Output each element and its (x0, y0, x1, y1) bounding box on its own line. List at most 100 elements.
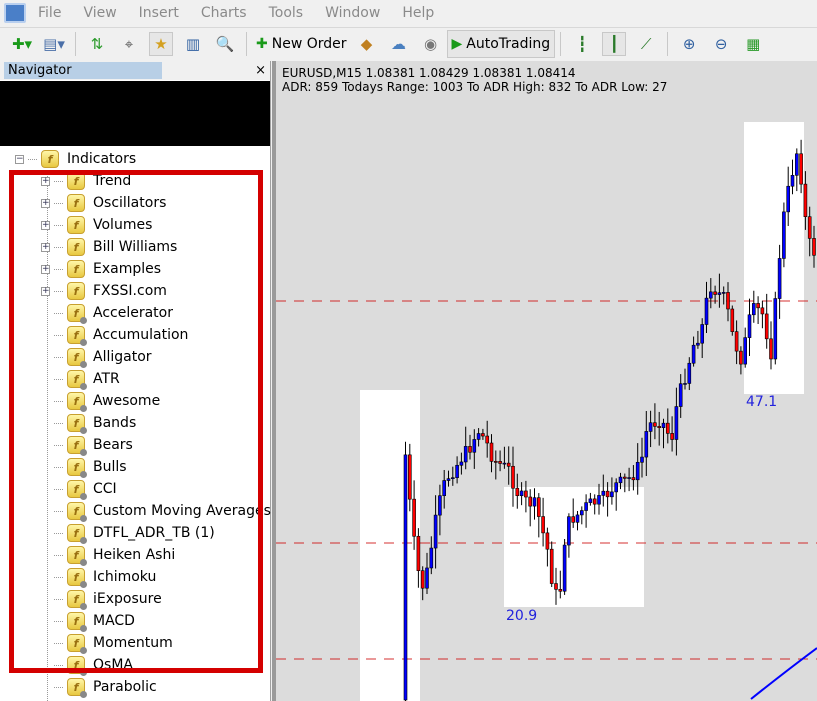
candle-body (579, 510, 584, 516)
tree-item[interactable]: f Bands (41, 412, 136, 434)
indicator-icon: f (67, 480, 87, 500)
tree-folder[interactable]: + f Trend (41, 170, 131, 192)
close-icon[interactable]: × (255, 63, 266, 78)
candle-body (730, 308, 735, 332)
node-label: FXSSI.com (93, 283, 167, 299)
candle-body (562, 544, 567, 592)
tree-item[interactable]: f ATR (41, 368, 120, 390)
profiles-icon[interactable]: ▤▾ (42, 32, 66, 56)
candle-body (515, 487, 520, 497)
menu-tools[interactable]: Tools (269, 5, 304, 21)
chart-window[interactable]: EURUSD,M15 1.08381 1.08429 1.08381 1.084… (272, 61, 817, 701)
menu-help[interactable]: Help (402, 5, 434, 21)
candle-body (683, 383, 687, 385)
tree-folder[interactable]: + f Bill Williams (41, 236, 177, 258)
tree-item[interactable]: f Awesome (41, 390, 160, 412)
tree-item[interactable]: f Custom Moving Averages (41, 500, 271, 522)
tree-item[interactable]: f Accumulation (41, 324, 188, 346)
indicator-icon: f (67, 678, 87, 698)
menu-charts[interactable]: Charts (201, 5, 247, 21)
tree-item[interactable]: f CCI (41, 478, 117, 500)
autotrading-button[interactable]: ▶ AutoTrading (446, 30, 556, 58)
indicator-icon: f (67, 304, 87, 324)
candle-body (468, 446, 472, 453)
navigator-icon[interactable]: ★ (149, 32, 173, 56)
tree-folder[interactable]: + f Oscillators (41, 192, 166, 214)
tree-folder[interactable]: + f Examples (41, 258, 161, 280)
new-chart-icon[interactable]: ✚▾ (10, 32, 34, 56)
menu-window[interactable]: Window (325, 5, 380, 21)
tree-item[interactable]: f Parabolic (41, 676, 157, 698)
market-icon[interactable]: ☁ (387, 32, 411, 56)
tree-item[interactable]: f Momentum (41, 632, 173, 654)
tree-item[interactable]: f MACD (41, 610, 135, 632)
signals-icon[interactable]: ◉ (419, 32, 443, 56)
tree-item[interactable]: f OsMA (41, 654, 133, 676)
tree-folder[interactable]: + f FXSSI.com (41, 280, 167, 302)
tree-item[interactable]: f iExposure (41, 588, 162, 610)
candle-body (687, 362, 692, 384)
box-label: 20.9 (506, 608, 538, 624)
candle-body (605, 490, 610, 498)
tree-connector (54, 378, 63, 380)
candle-body (597, 495, 601, 505)
tree-item[interactable]: f DTFL_ADR_TB (1) (41, 522, 215, 544)
candle-body (536, 497, 541, 517)
strategy-tester-icon[interactable]: 🔍 (213, 32, 237, 56)
expand-icon[interactable]: + (41, 198, 50, 208)
node-label: Heiken Ashi (93, 547, 176, 563)
indicator-icon: f (67, 194, 85, 212)
tile-windows-icon[interactable]: ▦ (741, 32, 765, 56)
tree-item[interactable]: f Ichimoku (41, 566, 156, 588)
tree-item[interactable]: f Alligator (41, 346, 152, 368)
tree-folder[interactable]: + f Volumes (41, 214, 152, 236)
indicator-icon: f (67, 546, 87, 566)
line-chart-icon[interactable]: ⟋ (634, 32, 658, 56)
tree-connector (54, 664, 63, 666)
crosshair-icon[interactable]: ⌖ (117, 32, 141, 56)
candle-body (532, 497, 537, 507)
indicator-icon: f (67, 370, 87, 390)
menu-insert[interactable]: Insert (139, 5, 179, 21)
expand-icon[interactable]: + (41, 264, 50, 274)
market-watch-icon[interactable]: ⇅ (85, 32, 109, 56)
indicator-icon: f (67, 238, 85, 256)
candle-body (700, 324, 705, 344)
tree-connector (54, 444, 63, 446)
expand-icon[interactable]: + (41, 176, 50, 186)
tree-connector (54, 268, 63, 270)
tree-item[interactable]: f Heiken Ashi (41, 544, 175, 566)
new-order-button[interactable]: ✚ New Order (252, 30, 351, 58)
tree-connector (54, 554, 63, 556)
candle-body (717, 292, 722, 295)
collapse-icon[interactable]: − (15, 154, 24, 164)
terminal-icon[interactable]: ▥ (181, 32, 205, 56)
candle-body (708, 291, 713, 299)
candle-body (790, 175, 795, 187)
tree-item[interactable]: f Accelerator (41, 302, 173, 324)
node-label: Bands (93, 415, 137, 431)
tree-item[interactable]: f Bulls (41, 456, 127, 478)
tree-connector (54, 400, 63, 402)
node-label: Alligator (93, 349, 152, 365)
new-order-label: New Order (271, 36, 347, 52)
candle-body (635, 461, 640, 481)
zoom-out-icon[interactable]: ⊖ (709, 32, 733, 56)
zoom-in-icon[interactable]: ⊕ (677, 32, 701, 56)
node-label: DTFL_ADR_TB (1) (93, 525, 215, 541)
expand-icon[interactable]: + (41, 242, 50, 252)
menu-bar: File View Insert Charts Tools Window Hel… (0, 0, 817, 26)
candlestick-chart-icon[interactable]: ┃ (602, 32, 627, 56)
menu-file[interactable]: File (38, 5, 61, 21)
candle-body (506, 462, 511, 467)
bar-chart-icon[interactable]: ┇ (570, 32, 594, 56)
tree-node-indicators[interactable]: − f Indicators (15, 148, 136, 170)
tree-connector (54, 224, 63, 226)
tree-item[interactable]: f Bears (41, 434, 133, 456)
candle-body (691, 344, 696, 364)
metaeditor-icon[interactable]: ◆ (355, 32, 379, 56)
candle-body (575, 514, 580, 523)
expand-icon[interactable]: + (41, 286, 50, 296)
expand-icon[interactable]: + (41, 220, 50, 230)
menu-view[interactable]: View (83, 5, 116, 21)
